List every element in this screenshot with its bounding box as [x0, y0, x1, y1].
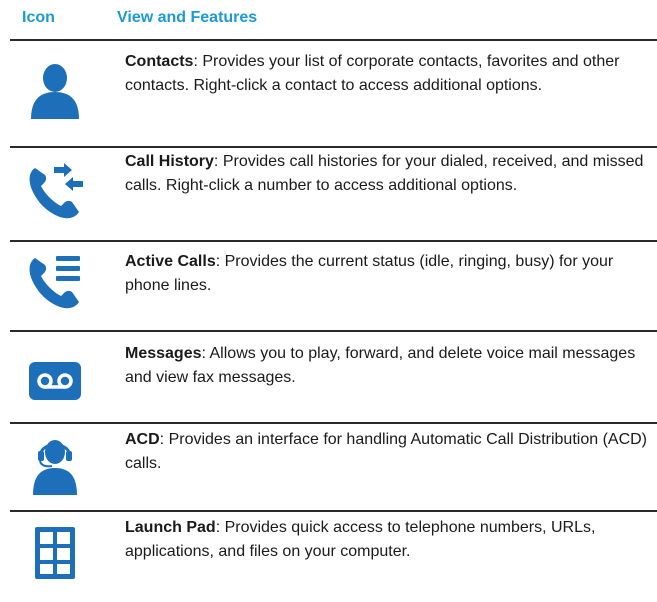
- row-description: Messages: Allows you to play, forward, a…: [125, 342, 650, 390]
- divider: [10, 146, 657, 148]
- row-description: Launch Pad: Provides quick access to tel…: [125, 516, 650, 564]
- divider: [10, 510, 657, 512]
- table-row-active-calls: Active Calls: Provides the current statu…: [0, 244, 657, 324]
- divider: [10, 240, 657, 242]
- table-row-contacts: Contacts: Provides your list of corporat…: [0, 47, 657, 139]
- divider: [10, 39, 657, 41]
- row-title: ACD: [125, 431, 160, 448]
- table-row-acd: ACD: Provides an interface for handling …: [0, 426, 657, 506]
- row-title: Call History: [125, 153, 214, 170]
- row-description: ACD: Provides an interface for handling …: [125, 428, 650, 476]
- table-header: Icon View and Features: [0, 9, 657, 31]
- contacts-person-icon[interactable]: [25, 61, 85, 121]
- row-text: : Provides an interface for handling Aut…: [125, 431, 647, 472]
- acd-headset-agent-icon[interactable]: [25, 436, 85, 496]
- row-title: Contacts: [125, 53, 194, 70]
- voicemail-icon[interactable]: [25, 350, 85, 410]
- row-description: Call History: Provides call histories fo…: [125, 150, 650, 198]
- features-column-header: View and Features: [117, 9, 258, 26]
- icon-column-header: Icon: [22, 9, 55, 26]
- row-title: Messages: [125, 345, 202, 362]
- launch-pad-grid-icon[interactable]: [25, 523, 85, 583]
- row-description: Contacts: Provides your list of corporat…: [125, 50, 650, 98]
- row-text: : Allows you to play, forward, and delet…: [125, 345, 636, 386]
- row-title: Active Calls: [125, 253, 216, 270]
- table-row-call-history: Call History: Provides call histories fo…: [0, 150, 657, 234]
- divider: [10, 330, 657, 332]
- call-history-icon[interactable]: [25, 160, 85, 220]
- row-title: Launch Pad: [125, 519, 216, 536]
- row-text: : Provides your list of corporate contac…: [125, 53, 620, 94]
- table-row-messages: Messages: Allows you to play, forward, a…: [0, 334, 657, 414]
- table-row-launch-pad: Launch Pad: Provides quick access to tel…: [0, 514, 657, 602]
- divider: [10, 422, 657, 424]
- row-description: Active Calls: Provides the current statu…: [125, 250, 650, 298]
- active-calls-icon[interactable]: [25, 250, 85, 310]
